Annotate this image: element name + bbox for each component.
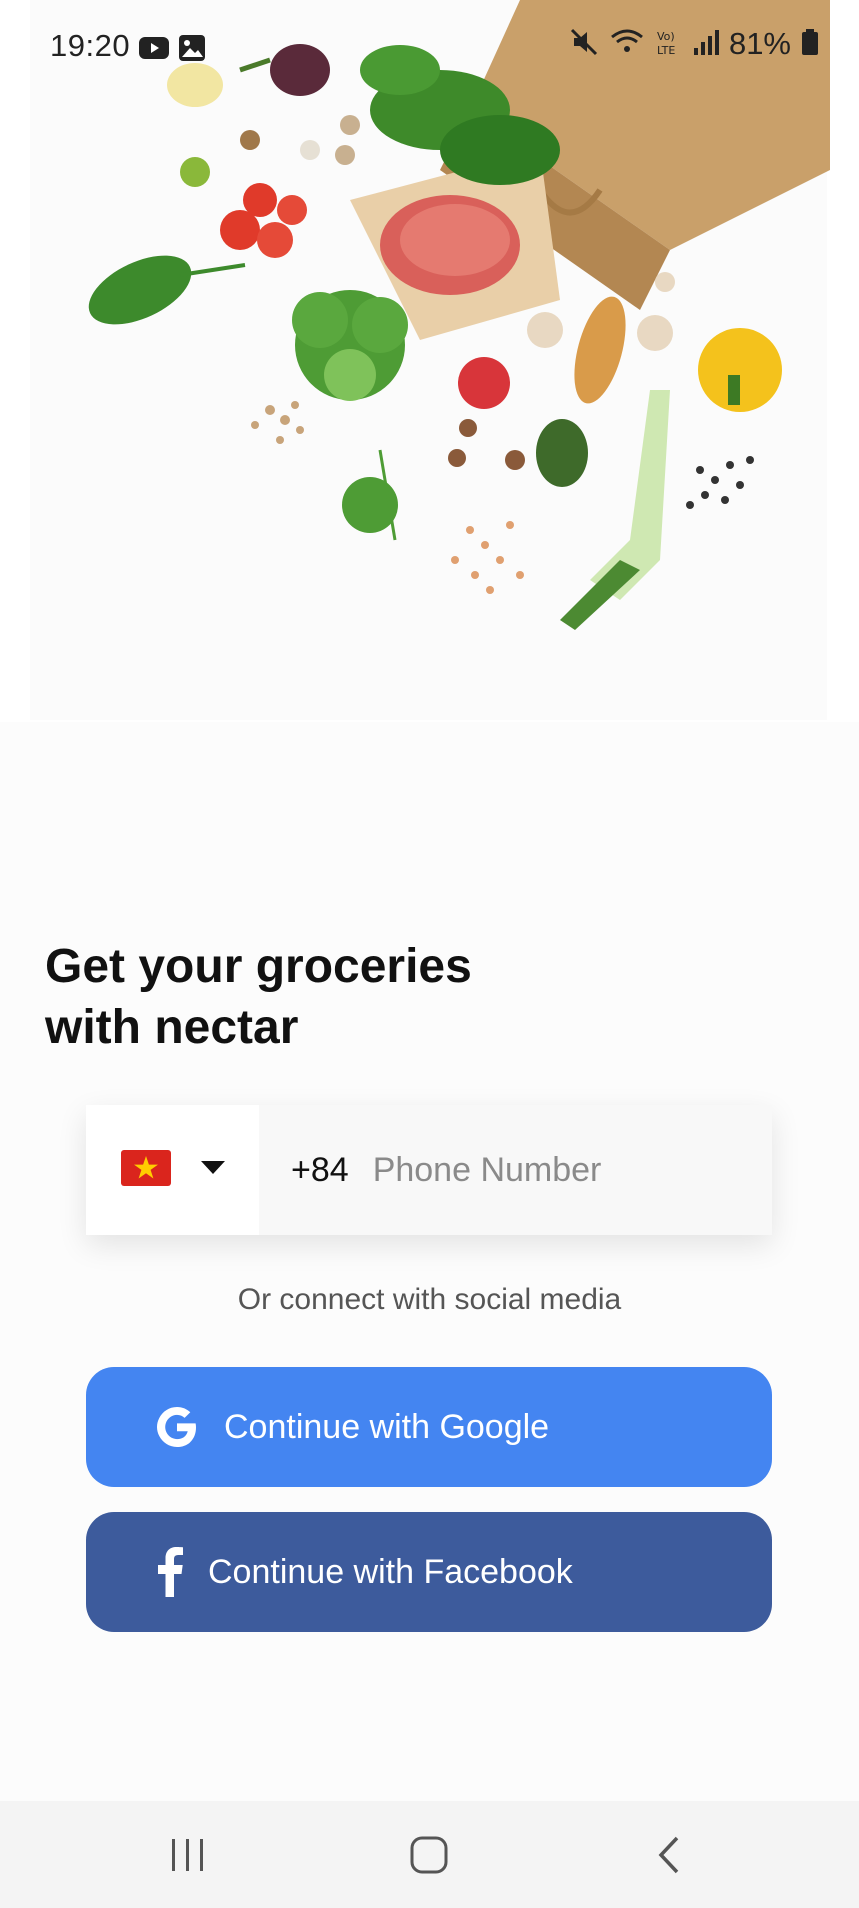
vietnam-flag-icon [120, 1149, 171, 1191]
phone-input-group: +84 [86, 1105, 772, 1235]
groceries-hero-image [0, 0, 859, 722]
youtube-icon [138, 34, 170, 67]
wifi-icon [609, 27, 645, 62]
recent-apps-icon[interactable] [148, 1823, 228, 1887]
system-navigation-bar [0, 1801, 859, 1908]
country-code-picker[interactable] [86, 1105, 259, 1235]
status-time: 19:20 [50, 28, 131, 63]
login-screen: 19:20 Vo) LTE 81% Get your groceries wit… [0, 0, 859, 1908]
facebook-button-label: Continue with Facebook [208, 1552, 573, 1591]
chevron-down-icon [200, 1160, 225, 1180]
battery-icon [801, 28, 819, 61]
continue-with-facebook-button[interactable]: Continue with Facebook [86, 1512, 772, 1632]
volte-icon: Vo) LTE [655, 27, 683, 62]
facebook-icon [152, 1547, 188, 1597]
status-bar: 19:20 Vo) LTE 81% [0, 0, 859, 96]
svg-text:Vo): Vo) [657, 30, 675, 43]
gallery-icon [178, 34, 206, 67]
social-connect-label: Or connect with social media [237, 1283, 622, 1316]
phone-number-input[interactable] [370, 1105, 755, 1235]
back-icon[interactable] [630, 1823, 710, 1887]
google-icon [152, 1403, 202, 1451]
page-title: Get your groceries with nectar [45, 940, 472, 1054]
continue-with-google-button[interactable]: Continue with Google [86, 1367, 772, 1487]
battery-percentage: 81% [728, 26, 791, 61]
svg-text:LTE: LTE [657, 44, 675, 57]
dial-code: +84 [291, 1151, 349, 1189]
home-icon[interactable] [389, 1823, 469, 1887]
signal-icon [693, 28, 719, 61]
google-button-label: Continue with Google [224, 1407, 550, 1446]
mute-icon [569, 27, 599, 62]
